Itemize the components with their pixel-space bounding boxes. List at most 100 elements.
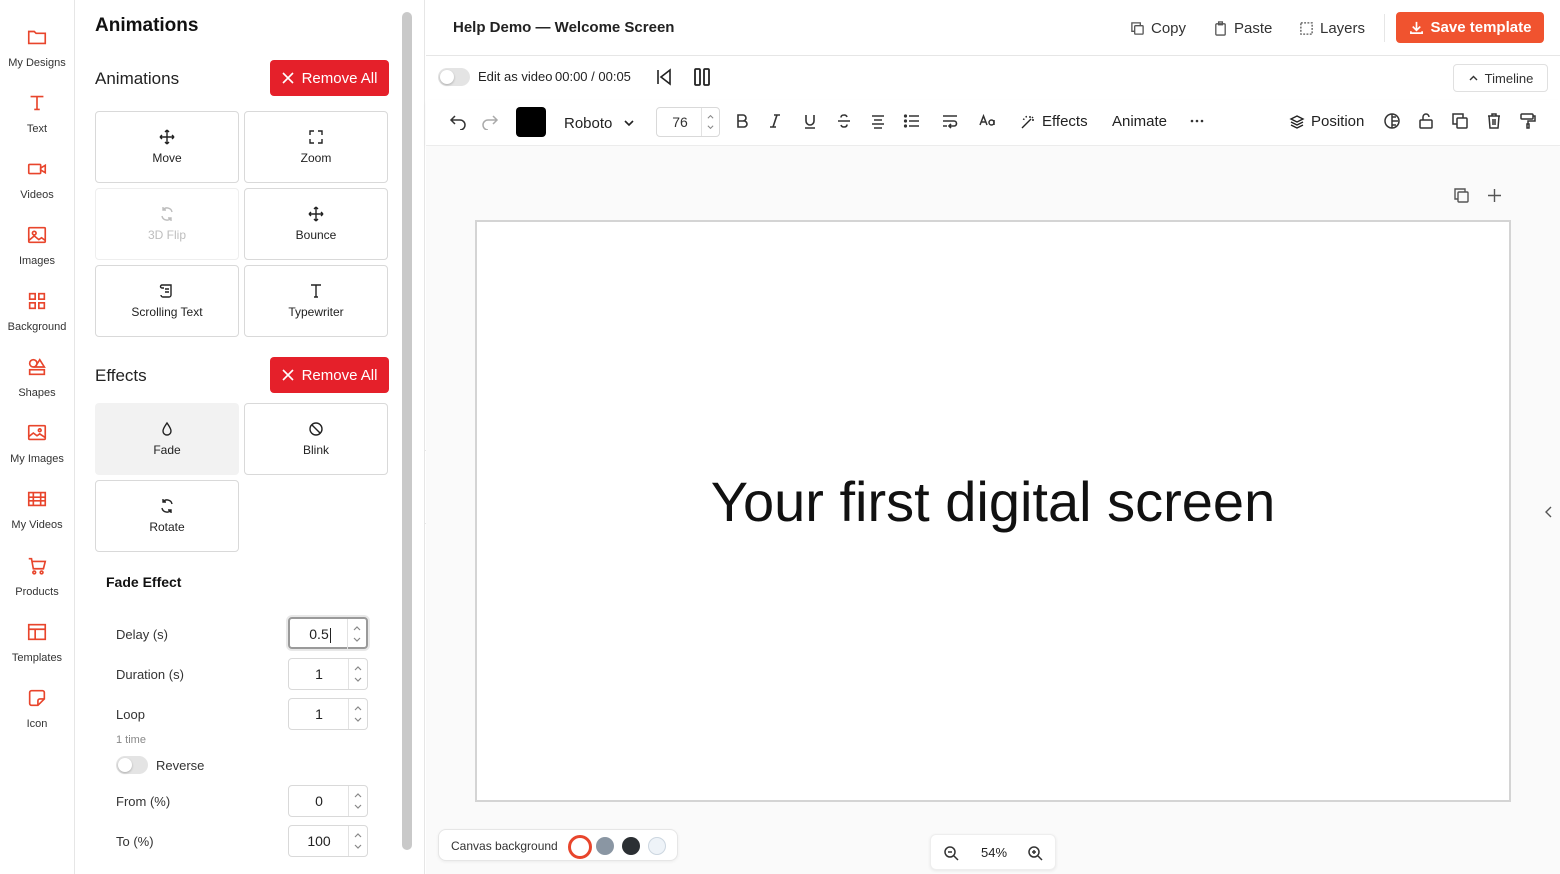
edit-as-video-label: Edit as video xyxy=(478,69,553,84)
from-stepper[interactable] xyxy=(348,786,367,816)
undo-icon[interactable] xyxy=(449,112,467,130)
zoom-in-icon[interactable] xyxy=(1027,845,1043,861)
nav-icon[interactable]: Icon xyxy=(0,675,74,735)
chevron-down-icon xyxy=(353,637,361,642)
loop-stepper[interactable] xyxy=(348,699,367,729)
strikethrough-icon[interactable] xyxy=(835,112,853,130)
loop-input[interactable]: 1 xyxy=(288,698,368,730)
close-icon xyxy=(281,369,294,381)
bold-icon[interactable] xyxy=(733,112,751,130)
nav-text[interactable]: Text xyxy=(0,80,74,140)
font-size-stepper[interactable] xyxy=(701,108,719,136)
scroll-icon xyxy=(159,284,172,298)
text-case-icon[interactable] xyxy=(979,112,997,130)
layers-icon xyxy=(1289,114,1305,129)
layers-button[interactable]: Layers xyxy=(1299,18,1365,38)
nav-images[interactable]: Images xyxy=(0,212,74,272)
redo-icon[interactable] xyxy=(481,112,499,130)
bg-color-charcoal[interactable] xyxy=(622,837,640,855)
remove-all-effects-button[interactable]: Remove All xyxy=(270,357,389,393)
animation-scrolling-text-tile[interactable]: Scrolling Text xyxy=(95,265,239,337)
delay-label: Delay (s) xyxy=(116,627,169,642)
effect-blink-tile[interactable]: Blink xyxy=(244,403,388,475)
blink-icon xyxy=(309,422,323,436)
trash-icon[interactable] xyxy=(1485,112,1503,130)
effects-button[interactable]: Effects xyxy=(1020,113,1088,130)
zoom-level: 54% xyxy=(980,845,1008,860)
delay-input[interactable]: 0.5 xyxy=(288,617,368,649)
effect-rotate-tile[interactable]: Rotate xyxy=(95,480,239,552)
effects-section-title: Effects xyxy=(95,366,147,385)
nav-my-designs[interactable]: My Designs xyxy=(0,14,74,74)
to-stepper[interactable] xyxy=(348,826,367,856)
unlock-icon[interactable] xyxy=(1417,112,1435,130)
text-color-swatch[interactable] xyxy=(516,107,546,137)
text-icon xyxy=(30,95,44,111)
list-icon[interactable] xyxy=(903,112,921,130)
bg-color-slate[interactable] xyxy=(596,837,614,855)
template-icon xyxy=(27,623,47,641)
text-wrap-icon[interactable] xyxy=(941,112,959,130)
duplicate-page-icon[interactable] xyxy=(1453,187,1470,204)
to-input[interactable]: 100 xyxy=(288,825,368,857)
timeline-button[interactable]: Timeline xyxy=(1453,64,1548,92)
font-family-select[interactable]: Roboto xyxy=(564,113,636,133)
to-label: To (%) xyxy=(116,834,154,849)
pause-icon[interactable] xyxy=(692,67,712,87)
position-button[interactable]: Position xyxy=(1289,113,1364,130)
italic-icon[interactable] xyxy=(766,112,784,130)
cart-icon xyxy=(28,557,47,575)
animation-bounce-tile[interactable]: Bounce xyxy=(244,188,388,260)
bg-color-white[interactable] xyxy=(568,835,592,859)
duplicate-icon[interactable] xyxy=(1451,112,1469,130)
reverse-toggle[interactable] xyxy=(116,756,148,774)
paste-button[interactable]: Paste xyxy=(1213,18,1272,38)
underline-icon[interactable] xyxy=(801,112,819,130)
panel-scrollbar[interactable] xyxy=(402,12,412,850)
chevron-down-icon xyxy=(354,717,362,722)
zoom-out-icon[interactable] xyxy=(943,845,959,861)
opacity-icon[interactable] xyxy=(1383,112,1401,130)
nav-videos[interactable]: Videos xyxy=(0,146,74,206)
duration-input[interactable]: 1 xyxy=(288,658,368,690)
edit-as-video-toggle[interactable] xyxy=(438,68,470,86)
artboard[interactable]: Your first digital screen xyxy=(475,220,1511,802)
loop-label: Loop xyxy=(116,707,145,722)
paint-roller-icon[interactable] xyxy=(1519,112,1537,130)
document-title[interactable]: Help Demo — Welcome Screen xyxy=(453,19,674,36)
from-input[interactable]: 0 xyxy=(288,785,368,817)
animate-button[interactable]: Animate xyxy=(1112,113,1167,130)
zoom-control: 54% xyxy=(930,834,1056,870)
bg-color-ice[interactable] xyxy=(648,837,666,855)
effect-fade-tile[interactable]: Fade xyxy=(95,403,239,475)
font-size-input[interactable]: 76 xyxy=(656,107,720,137)
add-page-icon[interactable] xyxy=(1486,187,1503,204)
chevron-up-icon xyxy=(707,114,714,119)
nav-shapes[interactable]: Shapes xyxy=(0,344,74,404)
align-center-icon[interactable] xyxy=(869,112,887,130)
nav-background[interactable]: Background xyxy=(0,278,74,338)
nav-my-videos[interactable]: My Videos xyxy=(0,476,74,536)
nav-templates[interactable]: Templates xyxy=(0,609,74,669)
save-template-button[interactable]: Save template xyxy=(1396,12,1544,43)
canvas-background-label: Canvas background xyxy=(451,839,558,853)
video-controls-row: Edit as video 00:00 / 00:05 Timeline xyxy=(426,56,1560,100)
canvas-text-element[interactable]: Your first digital screen xyxy=(477,468,1509,536)
animation-zoom-tile[interactable]: Zoom xyxy=(244,111,388,183)
animation-move-tile[interactable]: Move xyxy=(95,111,239,183)
skip-to-start-icon[interactable] xyxy=(654,67,674,87)
more-horizontal-icon[interactable] xyxy=(1188,112,1206,130)
duration-stepper[interactable] xyxy=(348,659,367,689)
animation-typewriter-tile[interactable]: Typewriter xyxy=(244,265,388,337)
left-nav-rail: My Designs Text Videos Images Background… xyxy=(0,0,75,874)
chevron-left-icon[interactable] xyxy=(1543,505,1555,519)
nav-my-images[interactable]: My Images xyxy=(0,410,74,470)
drop-icon xyxy=(162,421,172,436)
playback-time: 00:00 / 00:05 xyxy=(555,69,631,84)
nav-products[interactable]: Products xyxy=(0,543,74,603)
copy-button[interactable]: Copy xyxy=(1130,18,1186,38)
bounce-icon xyxy=(308,206,324,222)
rotate-icon xyxy=(161,499,173,513)
remove-all-animations-button[interactable]: Remove All xyxy=(270,60,389,96)
delay-stepper[interactable] xyxy=(347,619,366,649)
